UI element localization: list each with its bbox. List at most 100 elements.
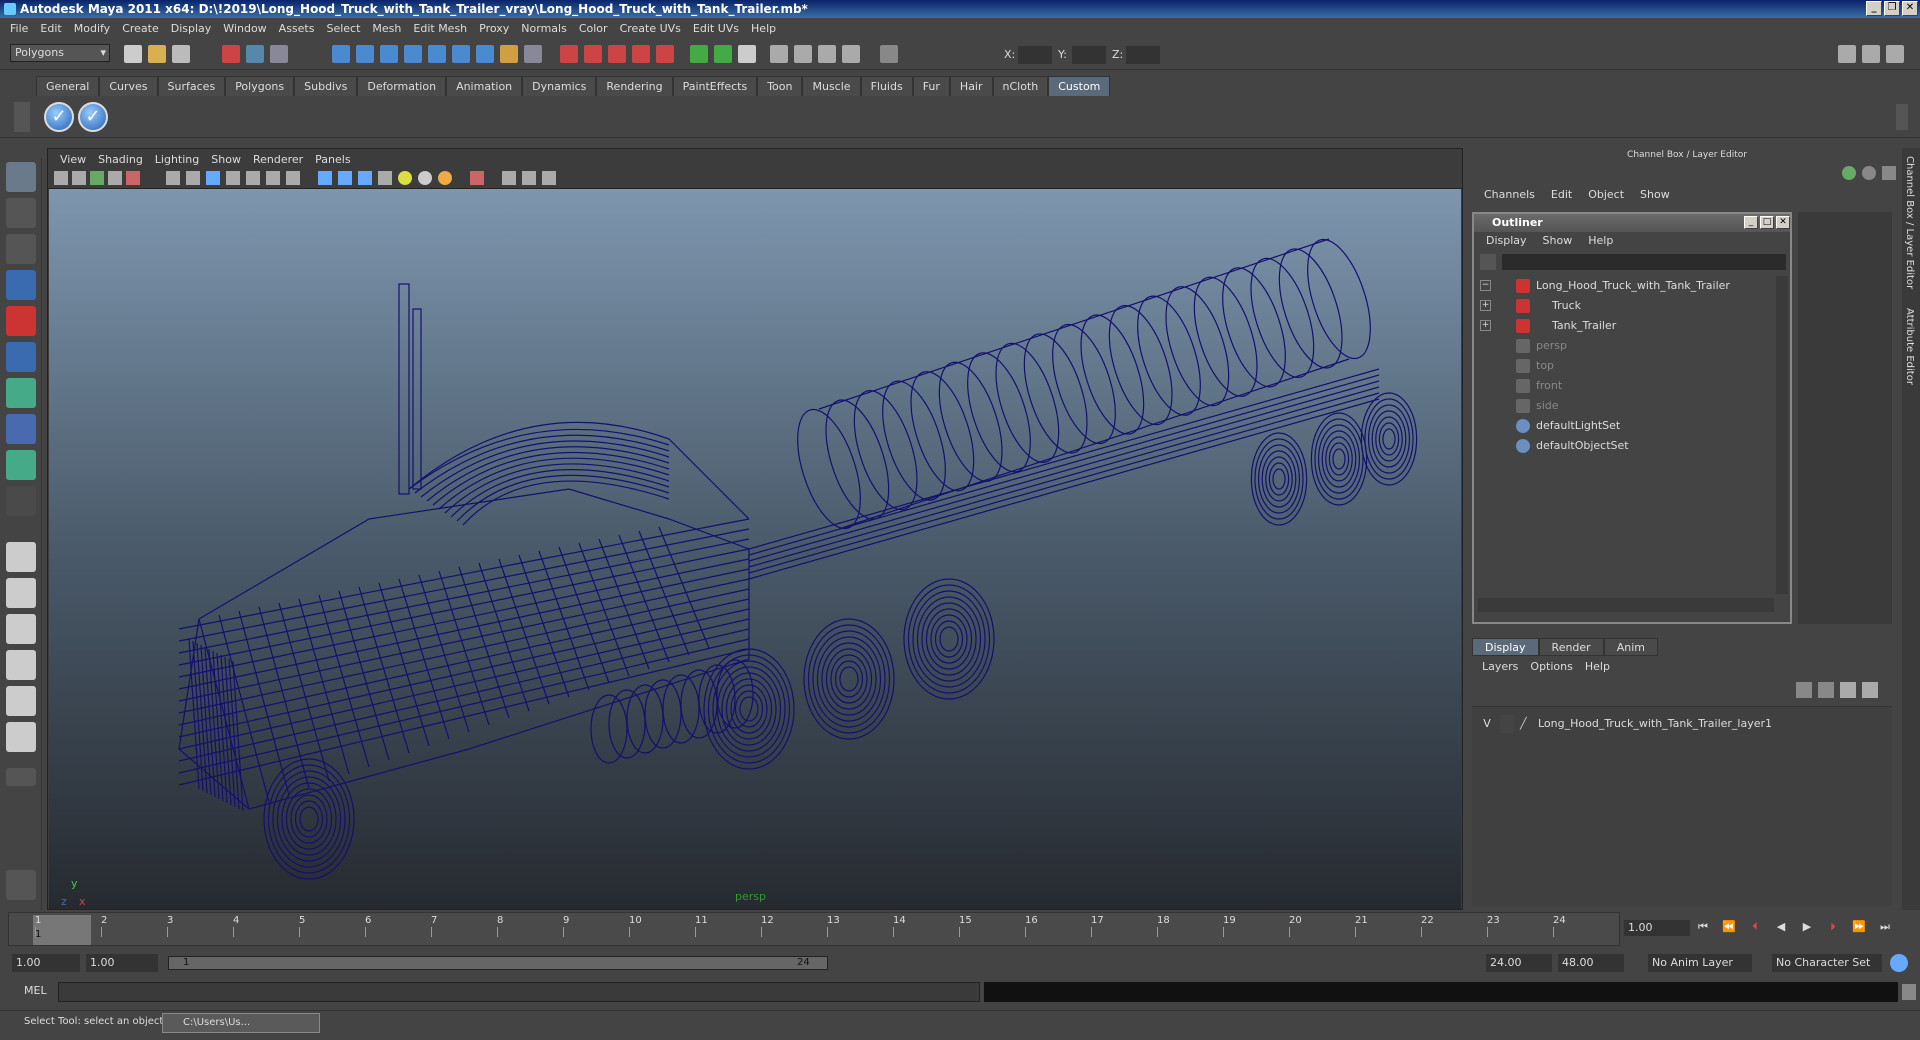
viewport-menu-shading[interactable]: Shading xyxy=(92,153,149,166)
save-scene-icon[interactable] xyxy=(172,45,190,63)
pick-mask-handles-icon[interactable] xyxy=(332,45,350,63)
go-to-end-icon[interactable]: ⏭ xyxy=(1876,920,1894,936)
move-layer-up-icon[interactable] xyxy=(1796,682,1812,698)
create-empty-layer-icon[interactable] xyxy=(1840,682,1856,698)
last-tool-icon[interactable] xyxy=(6,486,36,516)
open-scene-icon[interactable] xyxy=(148,45,166,63)
outliner-item[interactable]: + Truck xyxy=(1478,296,1774,316)
render-current-frame-icon[interactable] xyxy=(770,45,788,63)
viewport-menu-renderer[interactable]: Renderer xyxy=(247,153,309,166)
pick-mask-joints-icon[interactable] xyxy=(356,45,374,63)
shelf-tab-subdivs[interactable]: Subdivs xyxy=(294,76,358,96)
playback-end-field[interactable]: 24.00 xyxy=(1486,954,1552,972)
make-live-icon[interactable] xyxy=(656,45,674,63)
paint-select-tool-icon[interactable] xyxy=(6,234,36,264)
step-forward-key-icon[interactable]: ⏩ xyxy=(1850,920,1868,936)
channel-box-hyperbolic-icon[interactable] xyxy=(1882,166,1896,180)
channel-box-manip-icon[interactable] xyxy=(1842,166,1856,180)
menu-proxy[interactable]: Proxy xyxy=(473,22,515,35)
layer-menu-options[interactable]: Options xyxy=(1524,660,1578,673)
go-to-start-icon[interactable]: ⏮ xyxy=(1694,920,1712,936)
layer-visibility-toggle[interactable]: V xyxy=(1480,715,1494,733)
select-hierarchy-icon[interactable] xyxy=(222,45,240,63)
output-ops-icon[interactable] xyxy=(714,45,732,63)
snap-curve-icon[interactable] xyxy=(584,45,602,63)
bookmarks-icon[interactable] xyxy=(90,171,104,185)
xray-joints-icon[interactable] xyxy=(542,171,556,185)
menu-edit-uvs[interactable]: Edit UVs xyxy=(687,22,745,35)
numeric-input-icon[interactable] xyxy=(880,45,898,63)
film-gate-icon[interactable] xyxy=(186,171,200,185)
shelf-tab-rendering[interactable]: Rendering xyxy=(596,76,673,96)
lasso-tool-icon[interactable] xyxy=(6,198,36,228)
shelf-tab-painteffects[interactable]: PaintEffects xyxy=(672,76,758,96)
camera-attributes-icon[interactable] xyxy=(72,171,86,185)
wireframe-on-shaded-icon[interactable] xyxy=(358,171,372,185)
select-object-icon[interactable] xyxy=(246,45,264,63)
collapse-icon[interactable]: − xyxy=(1480,280,1491,291)
z-coord-field[interactable] xyxy=(1126,46,1160,64)
isolate-select-icon[interactable] xyxy=(470,171,484,185)
snap-point-icon[interactable] xyxy=(608,45,626,63)
shelf-tab-fluids[interactable]: Fluids xyxy=(860,76,913,96)
scale-tool-icon[interactable] xyxy=(6,342,36,372)
animation-end-field[interactable]: 48.00 xyxy=(1558,954,1624,972)
texture-toggle-icon[interactable] xyxy=(378,171,392,185)
construction-history-icon[interactable] xyxy=(738,45,756,63)
show-channel-box-icon[interactable] xyxy=(1886,45,1904,63)
hypershade-persp-layout-icon[interactable] xyxy=(6,686,36,716)
select-component-icon[interactable] xyxy=(270,45,288,63)
expand-icon[interactable]: + xyxy=(1480,320,1491,331)
step-back-frame-icon[interactable]: ⏴ xyxy=(1746,920,1764,936)
image-plane-icon[interactable] xyxy=(108,171,122,185)
menu-color[interactable]: Color xyxy=(573,22,614,35)
auto-key-icon[interactable] xyxy=(1890,954,1908,972)
outliner-item[interactable]: − Long_Hood_Truck_with_Tank_Trailer xyxy=(1478,276,1774,296)
render-settings-icon[interactable] xyxy=(818,45,836,63)
expand-icon[interactable]: + xyxy=(1480,300,1491,311)
shelf-tab-polygons[interactable]: Polygons xyxy=(225,76,295,96)
channel-box-menu-channels[interactable]: Channels xyxy=(1476,188,1543,206)
script-editor-icon[interactable] xyxy=(1902,984,1916,1000)
shelf-tab-curves[interactable]: Curves xyxy=(99,76,158,96)
wireframe-shading-icon[interactable] xyxy=(318,171,332,185)
shelf-tab-fur[interactable]: Fur xyxy=(912,76,950,96)
layout-options-icon[interactable] xyxy=(6,768,36,786)
menu-normals[interactable]: Normals xyxy=(515,22,573,35)
viewport-menu-lighting[interactable]: Lighting xyxy=(149,153,205,166)
menu-edit[interactable]: Edit xyxy=(34,22,67,35)
layer-type-toggle[interactable] xyxy=(1500,715,1514,733)
step-forward-frame-icon[interactable]: ⏵ xyxy=(1824,920,1842,936)
xray-active-components-icon[interactable] xyxy=(522,171,536,185)
menu-modify[interactable]: Modify xyxy=(68,22,116,35)
custom-shelf-check-icon-2[interactable]: ✓ xyxy=(78,102,108,132)
smooth-shading-icon[interactable] xyxy=(338,171,352,185)
pick-mask-deformations-icon[interactable] xyxy=(428,45,446,63)
default-lighting-icon[interactable] xyxy=(398,171,412,185)
xray-icon[interactable] xyxy=(502,171,516,185)
mel-label[interactable]: MEL xyxy=(24,984,47,997)
rotate-tool-icon[interactable] xyxy=(6,306,36,336)
menu-mesh[interactable]: Mesh xyxy=(366,22,407,35)
layer-tab-anim[interactable]: Anim xyxy=(1603,638,1658,656)
shelf-tab-surfaces[interactable]: Surfaces xyxy=(157,76,226,96)
safe-title-icon[interactable] xyxy=(286,171,300,185)
channel-box-menu-show[interactable]: Show xyxy=(1632,188,1678,206)
outliner-item[interactable]: top xyxy=(1478,356,1774,376)
shelf-tab-toon[interactable]: Toon xyxy=(757,76,803,96)
outliner-item[interactable]: + Tank_Trailer xyxy=(1478,316,1774,336)
anim-layer-selector[interactable]: No Anim Layer xyxy=(1648,954,1752,972)
outliner-close-button[interactable]: ✕ xyxy=(1776,216,1790,229)
single-perspective-layout-icon[interactable] xyxy=(6,542,36,572)
time-slider[interactable]: 1 1 2 3 4 5 6 7 8 9 10 11 12 13 14 15 16 17 18 19 20 21 22 23 2… xyxy=(8,912,1620,946)
safe-action-icon[interactable] xyxy=(266,171,280,185)
animation-start-field[interactable]: 1.00 xyxy=(12,954,80,972)
outliner-minimize-button[interactable]: _ xyxy=(1744,216,1758,229)
lock-selection-icon[interactable] xyxy=(500,45,518,63)
shelf-tab-dynamics[interactable]: Dynamics xyxy=(522,76,597,96)
move-layer-down-icon[interactable] xyxy=(1818,682,1834,698)
show-attribute-editor-icon[interactable] xyxy=(1838,45,1856,63)
shelf-menu-icon[interactable] xyxy=(14,102,30,132)
outliner-filter-icon[interactable] xyxy=(1480,254,1496,270)
menu-file[interactable]: File xyxy=(4,22,34,35)
